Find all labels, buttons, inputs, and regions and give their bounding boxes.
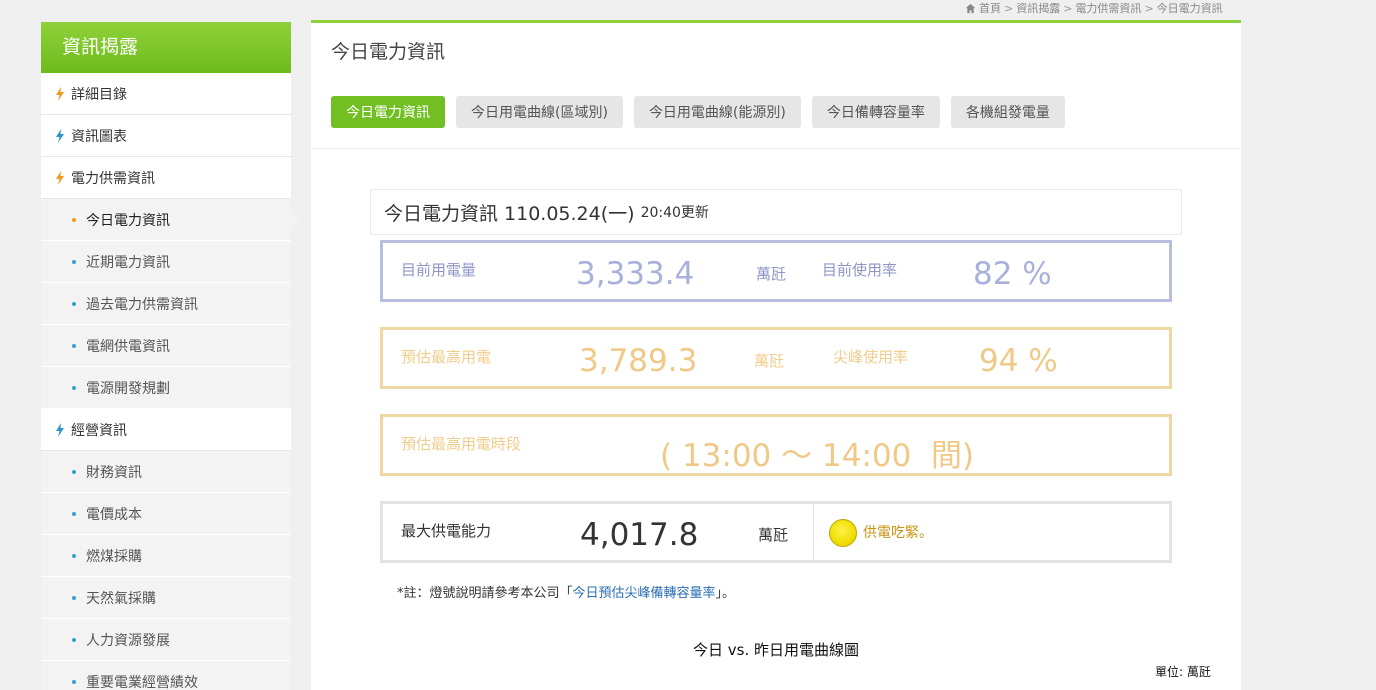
sidebar-item-label: 燃煤採購 (86, 548, 142, 565)
sidebar-item-coal[interactable]: 燃煤採購 (41, 535, 291, 577)
sidebar-item-label: 近期電力資訊 (86, 254, 170, 271)
bullet-dot-icon (72, 217, 76, 222)
sidebar-item-label: 人力資源發展 (86, 632, 170, 649)
page-title: 今日電力資訊 (331, 41, 446, 63)
sidebar-item-hr[interactable]: 人力資源發展 (41, 619, 291, 661)
max-supply-label: 最大供電能力 (401, 522, 492, 540)
max-supply-box: 最大供電能力 4,017.8 萬瓩 供電吃緊。 (380, 501, 1172, 563)
sidebar-item-finance[interactable]: 財務資訊 (41, 451, 291, 493)
bullet-dot-icon (72, 595, 76, 600)
peak-rate-label: 尖峰使用率 (833, 348, 909, 366)
forecast-peak-label: 預估最高用電 (401, 348, 492, 366)
sidebar-title: 資訊揭露 (41, 22, 291, 73)
current-usage-label: 目前用電量 (401, 261, 477, 279)
bullet-dot-icon (72, 637, 76, 642)
forecast-peak-unit: 萬瓩 (754, 352, 785, 370)
info-header: 今日電力資訊 110.05.24(一) 20:40更新 (370, 189, 1182, 235)
bolt-icon (56, 422, 64, 437)
forecast-peak-box: 預估最高用電 3,789.3 萬瓩 尖峰使用率 94 % (380, 327, 1172, 389)
forecast-peak-value: 3,789.3 (579, 343, 698, 379)
peak-period-label: 預估最高用電時段 (401, 435, 522, 453)
note-prefix: *註：燈號說明請參考本公司「 (397, 586, 573, 601)
sidebar-item-gas[interactable]: 天然氣採購 (41, 577, 291, 619)
sidebar-item-label: 今日電力資訊 (86, 212, 170, 229)
breadcrumb-info-disclosure[interactable]: 資訊揭露 (1016, 0, 1060, 16)
sidebar-item-today-power[interactable]: 今日電力資訊 (41, 199, 299, 241)
tab-reserve-rate[interactable]: 今日備轉容量率 (811, 96, 940, 128)
sidebar-item-label: 資訊圖表 (71, 128, 127, 145)
sidebar-item-performance[interactable]: 重要電業經營績效 (41, 661, 291, 690)
tab-curve-region[interactable]: 今日用電曲線(區域別) (456, 96, 623, 128)
breadcrumb-supply-demand[interactable]: 電力供需資訊 (1075, 0, 1141, 16)
current-usage-unit: 萬瓩 (756, 265, 787, 283)
sidebar-item-label: 電價成本 (86, 506, 142, 523)
tab-curve-energy[interactable]: 今日用電曲線(能源別) (633, 96, 801, 128)
home-icon (965, 3, 976, 13)
current-usage-value: 3,333.4 (576, 256, 695, 292)
peak-period-box: 預估最高用電時段 ( 13:00 ～ 14:00 間) (380, 414, 1172, 476)
bolt-icon (56, 128, 64, 143)
sidebar-item-power-planning[interactable]: 電源開發規劃 (41, 367, 291, 409)
sidebar-item-supply-demand[interactable]: 電力供需資訊 (41, 157, 291, 199)
supply-status-text: 供電吃緊。 (863, 525, 933, 541)
sidebar-item-price-cost[interactable]: 電價成本 (41, 493, 291, 535)
sidebar-item-label: 經營資訊 (71, 422, 127, 439)
note-suffix: 」。 (715, 586, 736, 601)
sidebar-item-operations[interactable]: 經營資訊 (41, 409, 291, 451)
breadcrumb-separator: > (1004, 1, 1014, 15)
tab-today-power[interactable]: 今日電力資訊 (331, 96, 445, 128)
chart-unit: 單位: 萬瓩 (1155, 665, 1211, 679)
sidebar-item-grid-supply[interactable]: 電網供電資訊 (41, 325, 291, 367)
sidebar-item-label: 詳細目錄 (71, 86, 127, 103)
divider (813, 504, 814, 560)
sidebar-item-label: 電源開發規劃 (86, 380, 170, 397)
current-rate-value: 82 % (973, 256, 1052, 292)
reserve-rate-link[interactable]: 今日預估尖峰備轉容量率 (573, 586, 716, 601)
bullet-dot-icon (72, 469, 76, 474)
bullet-dot-icon (72, 385, 76, 390)
info-header-title: 今日電力資訊 110.05.24(一) (384, 202, 635, 225)
bullet-dot-icon (72, 553, 76, 558)
sidebar-item-label: 電網供電資訊 (86, 338, 170, 355)
sidebar-item-label: 電力供需資訊 (71, 170, 155, 187)
sidebar-item-recent-power[interactable]: 近期電力資訊 (41, 241, 291, 283)
main-panel: 今日電力資訊 今日電力資訊 今日用電曲線(區域別) 今日用電曲線(能源別) 今日… (311, 20, 1241, 690)
peak-period-value: ( 13:00 ～ 14:00 間) (660, 438, 975, 474)
chart-title: 今日 vs. 昨日用電曲線圖 (693, 641, 859, 659)
current-usage-box: 目前用電量 3,333.4 萬瓩 目前使用率 82 % (380, 240, 1172, 302)
breadcrumb: 首頁 > 資訊揭露 > 電力供需資訊 > 今日電力資訊 (965, 0, 1241, 16)
light-note: *註：燈號說明請參考本公司「今日預估尖峰備轉容量率」。 (397, 582, 735, 601)
sidebar-item-directory[interactable]: 詳細目錄 (41, 73, 291, 115)
breadcrumb-separator: > (1063, 1, 1073, 15)
breadcrumb-home[interactable]: 首頁 (979, 0, 1001, 16)
tab-unit-generation[interactable]: 各機組發電量 (950, 96, 1065, 128)
sidebar-item-label: 財務資訊 (86, 464, 142, 481)
divider (311, 148, 1241, 149)
sidebar-item-label: 重要電業經營績效 (86, 674, 198, 690)
tab-bar: 今日電力資訊 今日用電曲線(區域別) 今日用電曲線(能源別) 今日備轉容量率 各… (331, 96, 1065, 128)
sidebar: 資訊揭露 詳細目錄 資訊圖表 電力供需資訊 今日電力資訊 近期電力資訊 過去電力… (41, 22, 299, 690)
info-header-updated: 20:40更新 (640, 205, 709, 221)
bullet-dot-icon (72, 343, 76, 348)
bullet-dot-icon (72, 259, 76, 264)
sidebar-item-infographics[interactable]: 資訊圖表 (41, 115, 291, 157)
sidebar-item-label: 天然氣採購 (86, 590, 156, 607)
breadcrumb-separator: > (1144, 1, 1154, 15)
bolt-icon (56, 170, 64, 185)
max-supply-value: 4,017.8 (580, 517, 699, 553)
breadcrumb-current: 今日電力資訊 (1156, 2, 1223, 15)
bolt-icon (56, 86, 64, 101)
current-rate-label: 目前使用率 (822, 261, 898, 279)
max-supply-unit: 萬瓩 (758, 526, 789, 544)
sidebar-item-label: 過去電力供需資訊 (86, 296, 198, 313)
bullet-dot-icon (72, 301, 76, 306)
peak-rate-value: 94 % (979, 343, 1058, 379)
bullet-dot-icon (72, 511, 76, 516)
sidebar-item-past-supply[interactable]: 過去電力供需資訊 (41, 283, 291, 325)
bullet-dot-icon (72, 679, 76, 684)
status-light-icon (829, 519, 857, 547)
